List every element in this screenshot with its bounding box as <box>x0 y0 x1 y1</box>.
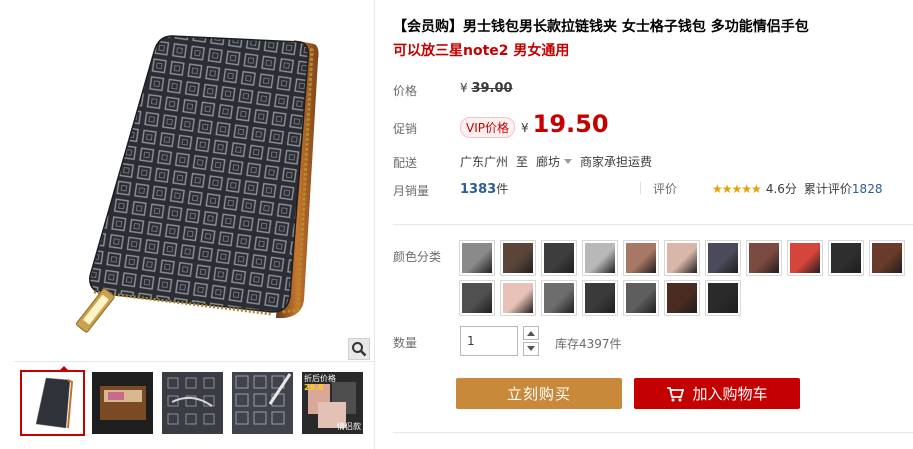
review-summary: 评价 ★★★★★ 4.6分 累计评价1828 <box>653 180 882 197</box>
ship-from: 广东广州 <box>460 155 509 169</box>
total-reviews-link[interactable]: 累计评价1828 <box>804 180 883 197</box>
color-swatch[interactable] <box>869 240 905 276</box>
monthly-sales: 1383件 <box>460 180 508 197</box>
total-reviews-label: 累计评价 <box>803 182 852 196</box>
thumb-1[interactable] <box>20 370 85 436</box>
color-swatch[interactable] <box>459 240 495 276</box>
color-swatch[interactable] <box>582 280 618 316</box>
color-swatch[interactable] <box>500 240 536 276</box>
color-swatch[interactable] <box>541 240 577 276</box>
thumb-caption-top: 折后价格 <box>304 374 336 383</box>
review-label: 评价 <box>653 182 678 196</box>
sales-count: 1383 <box>460 182 497 197</box>
original-price: ¥ 39.00 <box>460 81 513 96</box>
swatch-image <box>585 243 615 273</box>
product-detail: 【会员购】男士钱包男长款拉链钱夹 女士格子钱包 多功能情侣手包 可以放三星not… <box>393 0 913 449</box>
shipping-label: 配送 <box>393 156 418 170</box>
total-reviews-count: 1828 <box>851 182 883 196</box>
quantity-label: 数量 <box>393 336 418 350</box>
quantity-increase-button[interactable] <box>523 326 539 340</box>
rating-stars-icon: ★★★★★ <box>712 181 762 196</box>
color-swatch[interactable] <box>664 240 700 276</box>
main-product-image[interactable] <box>14 0 374 362</box>
divider <box>640 182 641 194</box>
swatch-image <box>749 243 779 273</box>
color-swatch[interactable] <box>828 240 864 276</box>
thumb-5-caption: 折后价格 29.8 <box>304 374 336 392</box>
sales-unit: 件 <box>496 182 509 196</box>
thumbnail-strip: 折后价格 29.8 情侣款 <box>20 370 363 436</box>
swatch-image <box>462 283 492 313</box>
swatch-image <box>626 283 656 313</box>
color-swatch[interactable] <box>459 280 495 316</box>
wallet-image <box>75 35 319 333</box>
ship-to-word: 至 <box>516 155 529 169</box>
swatch-image <box>667 283 697 313</box>
buy-now-button[interactable]: 立刻购买 <box>456 378 622 409</box>
color-swatch-list <box>459 240 913 316</box>
color-swatch[interactable] <box>787 240 823 276</box>
promo-price: ¥19.50 <box>521 110 609 138</box>
color-swatch[interactable] <box>623 280 659 316</box>
swatch-image <box>544 283 574 313</box>
product-title: 【会员购】男士钱包男长款拉链钱夹 女士格子钱包 多功能情侣手包 <box>393 19 809 35</box>
sales-label: 月销量 <box>393 184 430 198</box>
color-swatch[interactable] <box>623 240 659 276</box>
stock-count: 库存4397件 <box>555 337 622 351</box>
promo-currency: ¥ <box>521 121 529 135</box>
color-swatch[interactable] <box>664 280 700 316</box>
chevron-down-icon <box>527 346 535 351</box>
promo-label: 促销 <box>393 122 418 136</box>
color-label: 颜色分类 <box>393 250 442 264</box>
thumb-3[interactable] <box>162 372 223 434</box>
price-label: 价格 <box>393 84 418 98</box>
cart-icon <box>667 386 685 401</box>
color-swatch[interactable] <box>541 280 577 316</box>
swatch-image <box>872 243 902 273</box>
thumb-2[interactable] <box>92 372 153 434</box>
quantity-input[interactable]: 1 <box>460 326 518 356</box>
original-price-value: 39.00 <box>471 81 513 96</box>
magnifier-icon <box>352 342 367 357</box>
product-subtitle: 可以放三星note2 男女通用 <box>393 43 570 59</box>
add-to-cart-label: 加入购物车 <box>692 385 768 403</box>
thumb-caption-price: 29.8 <box>304 383 324 392</box>
swatch-image <box>503 243 533 273</box>
swatch-image <box>544 243 574 273</box>
swatch-image <box>708 243 738 273</box>
swatch-image <box>790 243 820 273</box>
promo-price-value: 19.50 <box>532 110 609 138</box>
color-swatch[interactable] <box>705 280 741 316</box>
currency-symbol: ¥ <box>460 81 468 95</box>
color-swatch[interactable] <box>746 240 782 276</box>
product-gallery: 折后价格 29.8 情侣款 <box>14 0 375 449</box>
rating-score: 4.6分 <box>765 182 797 196</box>
color-swatch[interactable] <box>582 240 618 276</box>
ship-destination: 廊坊 <box>536 155 561 169</box>
swatch-image <box>708 283 738 313</box>
bottom-divider <box>393 432 913 433</box>
swatch-image <box>667 243 697 273</box>
thumb-caption-bottom: 情侣款 <box>337 422 361 431</box>
swatch-image <box>831 243 861 273</box>
section-divider <box>393 224 913 225</box>
shipping-info: 广东广州 至 廊坊 商家承担运费 <box>460 153 652 170</box>
thumb-5[interactable]: 折后价格 29.8 情侣款 <box>302 372 363 434</box>
zoom-button[interactable] <box>348 338 370 360</box>
swatch-image <box>626 243 656 273</box>
chevron-down-icon <box>564 159 573 164</box>
shipping-fee-note: 商家承担运费 <box>580 155 653 169</box>
ship-destination-select[interactable]: 廊坊 <box>536 153 573 170</box>
color-swatch[interactable] <box>705 240 741 276</box>
swatch-image <box>585 283 615 313</box>
swatch-image <box>462 243 492 273</box>
color-swatch[interactable] <box>500 280 536 316</box>
chevron-up-icon <box>527 331 535 336</box>
thumb-4[interactable] <box>232 372 293 434</box>
add-to-cart-button[interactable]: 加入购物车 <box>634 378 800 409</box>
swatch-image <box>503 283 533 313</box>
vip-price-badge: VIP价格 <box>460 117 515 138</box>
quantity-decrease-button[interactable] <box>523 342 539 356</box>
